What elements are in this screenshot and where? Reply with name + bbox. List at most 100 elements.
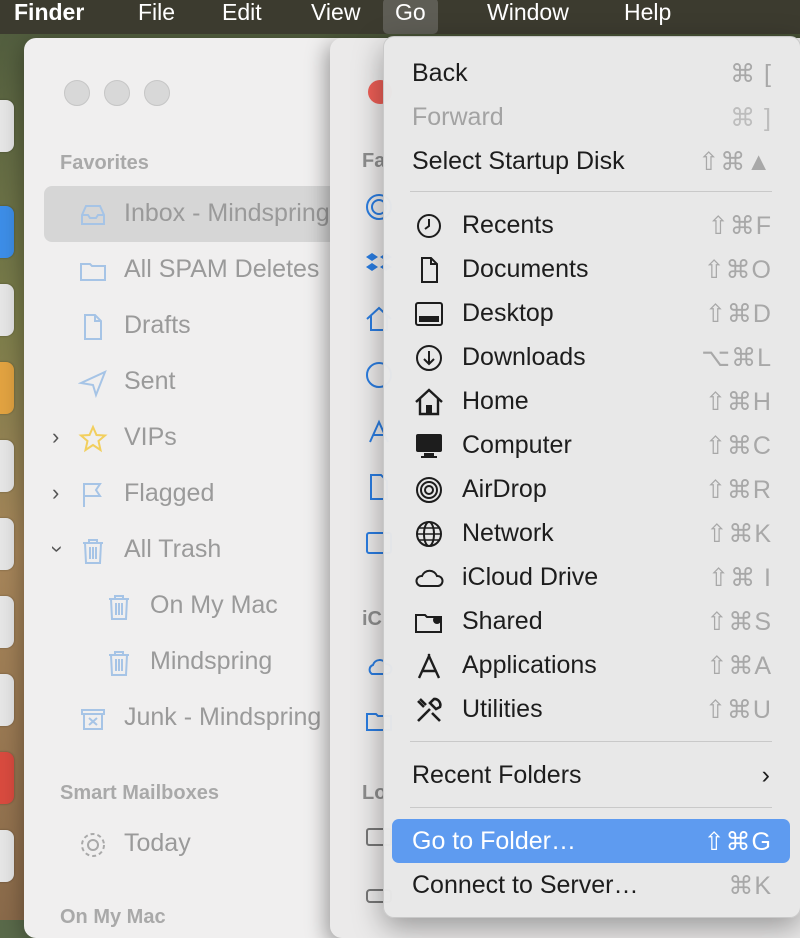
menu-item-network[interactable]: Network ⇧⌘K [392, 511, 790, 555]
menu-item-computer[interactable]: Computer ⇧⌘C [392, 423, 790, 467]
mailbox-label: Mindspring [150, 647, 273, 675]
dock-app-icon[interactable] [0, 752, 14, 804]
menu-item-documents[interactable]: Documents ⇧⌘O [392, 247, 790, 291]
menu-item-label: Home [462, 387, 529, 415]
dock-app-icon[interactable] [0, 206, 14, 258]
menu-item-label: Back [412, 59, 468, 87]
menu-item-label: Forward [412, 103, 504, 131]
close-button[interactable] [64, 80, 90, 106]
menu-item-go-to-folder[interactable]: Go to Folder… ⇧⌘G [392, 819, 790, 863]
mailbox-spam[interactable]: All SPAM Deletes [44, 242, 364, 298]
mailbox-drafts[interactable]: Drafts [44, 298, 364, 354]
menu-item-desktop[interactable]: Desktop ⇧⌘D [392, 291, 790, 335]
dock-app-icon[interactable] [0, 518, 14, 570]
home-icon [415, 388, 443, 416]
menu-item-airdrop[interactable]: AirDrop ⇧⌘R [392, 467, 790, 511]
mailbox-junk[interactable]: Junk - Mindspring [44, 690, 364, 746]
menu-go[interactable]: Go [383, 0, 438, 34]
document-icon [84, 314, 102, 340]
mailbox-vips[interactable]: › VIPs [44, 410, 364, 466]
menu-item-label: Recent Folders [412, 761, 582, 789]
dock-app-icon[interactable] [0, 440, 14, 492]
applications-icon [417, 653, 441, 679]
menu-item-downloads[interactable]: Downloads ⌥⌘L [392, 335, 790, 379]
mailbox-mindspring-trash[interactable]: Mindspring [44, 634, 364, 690]
menu-item-label: AirDrop [462, 475, 547, 503]
menu-item-shortcut: ⌘ ] [730, 104, 772, 132]
mailbox-flagged[interactable]: › Flagged [44, 466, 364, 522]
on-my-mac-header: On My Mac [60, 906, 166, 928]
menu-separator [410, 807, 772, 808]
menu-window[interactable]: Window [487, 0, 569, 34]
menu-help[interactable]: Help [624, 0, 671, 34]
mailbox-label: Today [124, 829, 191, 857]
menu-item-recents[interactable]: Recents ⇧⌘F [392, 203, 790, 247]
inbox-icon [81, 205, 105, 225]
gear-icon [81, 833, 105, 857]
chevron-right-icon[interactable]: › [52, 480, 59, 506]
globe-icon [416, 521, 442, 547]
menu-edit[interactable]: Edit [222, 0, 262, 34]
menu-item-label: Network [462, 519, 554, 547]
menu-item-shortcut: ⇧⌘H [704, 388, 772, 416]
airdrop-icon [416, 477, 442, 503]
menu-item-label: Go to Folder… [412, 827, 576, 855]
star-icon [78, 424, 108, 453]
menu-item-shortcut: ⇧⌘D [704, 300, 772, 328]
menu-item-recent-folders[interactable]: Recent Folders › [392, 753, 790, 797]
menu-item-home[interactable]: Home ⇧⌘H [392, 379, 790, 423]
dock-app-icon[interactable] [0, 830, 14, 882]
mailbox-label: Flagged [124, 479, 215, 507]
menu-item-label: Select Startup Disk [412, 147, 625, 175]
menu-item-connect-to-server[interactable]: Connect to Server… ⌘K [392, 863, 790, 907]
menu-item-forward[interactable]: Forward ⌘ ] [392, 95, 790, 139]
favorites-header: Favorites [60, 152, 149, 174]
folder-icon [80, 263, 106, 281]
desktop-icon [415, 302, 443, 326]
dock-app-icon[interactable] [0, 100, 14, 152]
menu-item-shortcut: ⇧⌘F [707, 212, 772, 240]
dock-app-icon[interactable] [0, 362, 14, 414]
flag-icon [83, 483, 102, 507]
menu-item-startup-disk[interactable]: Select Startup Disk ⇧⌘▲ [392, 139, 790, 183]
menu-item-applications[interactable]: Applications ⇧⌘A [392, 643, 790, 687]
menu-item-shared[interactable]: Shared ⇧⌘S [392, 599, 790, 643]
mailbox-on-my-mac-trash[interactable]: On My Mac [44, 578, 364, 634]
menu-item-shortcut: ⌘K [728, 872, 772, 900]
dock-app-icon[interactable] [0, 596, 14, 648]
trash-icon [83, 539, 103, 564]
mailbox-sent[interactable]: Sent [44, 354, 364, 410]
menu-item-icloud-drive[interactable]: iCloud Drive ⇧⌘ I [392, 555, 790, 599]
menu-item-utilities[interactable]: Utilities ⇧⌘U [392, 687, 790, 731]
menu-item-shortcut: ⇧⌘G [703, 828, 772, 856]
minimize-button[interactable] [104, 80, 130, 106]
menu-item-shortcut: ⇧⌘R [704, 476, 772, 504]
chevron-right-icon: › [761, 761, 770, 789]
chevron-right-icon[interactable]: › [52, 424, 59, 450]
menu-bar: Finder File Edit View Go Window Help [0, 0, 800, 34]
menu-item-label: iCloud Drive [462, 563, 599, 591]
icloud-header: iC [362, 608, 382, 630]
mailbox-inbox[interactable]: Inbox - Mindspring [44, 186, 364, 242]
mailbox-all-trash[interactable]: › All Trash [44, 522, 364, 578]
app-menu[interactable]: Finder [14, 0, 84, 34]
mailbox-label: VIPs [124, 423, 177, 451]
menu-view[interactable]: View [311, 0, 360, 34]
menu-separator [410, 191, 772, 192]
download-icon [416, 345, 442, 371]
menu-item-shortcut: ⇧⌘O [703, 256, 772, 284]
mailbox-label: Junk - Mindspring [124, 703, 322, 731]
mailbox-today[interactable]: Today [44, 816, 364, 872]
go-menu: Back ⌘ [ Forward ⌘ ] Select Startup Disk… [383, 36, 800, 918]
dock-app-icon[interactable] [0, 674, 14, 726]
document-icon [421, 257, 438, 283]
zoom-button[interactable] [144, 80, 170, 106]
chevron-down-icon[interactable]: › [45, 545, 71, 552]
menu-item-shortcut: ⌘ [ [730, 60, 772, 88]
mailbox-label: All Trash [124, 535, 222, 563]
menu-file[interactable]: File [138, 0, 175, 34]
dock-app-icon[interactable] [0, 284, 14, 336]
clock-icon [417, 214, 441, 238]
menu-item-label: Computer [462, 431, 572, 459]
menu-item-back[interactable]: Back ⌘ [ [392, 51, 790, 95]
